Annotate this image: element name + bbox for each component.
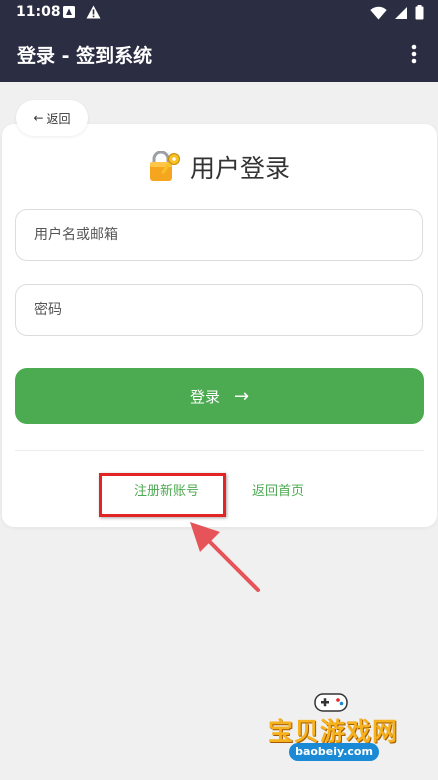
back-arrow-icon: ← <box>33 111 44 125</box>
username-input[interactable] <box>15 209 423 261</box>
home-link[interactable]: 返回首页 <box>252 480 304 499</box>
more-vert-icon[interactable] <box>400 40 428 68</box>
status-left-icons <box>62 5 101 19</box>
status-bar: 11:08 <box>0 0 438 26</box>
wifi-icon <box>370 6 387 19</box>
watermark-logo: 宝贝游戏网 baobeiy.com <box>258 690 408 770</box>
gamepad-icon <box>314 693 348 712</box>
annotation-arrow-icon <box>190 522 260 592</box>
signal-icon <box>395 6 407 19</box>
app-bar: 登录 - 签到系统 <box>0 26 438 82</box>
back-button[interactable]: ← 返回 <box>16 100 88 136</box>
status-time: 11:08 <box>16 4 61 20</box>
login-title: 用户登录 <box>189 154 290 183</box>
password-input[interactable] <box>15 284 423 336</box>
login-button[interactable]: 登录 → <box>15 368 424 424</box>
lock-key-icon <box>149 151 180 181</box>
status-right-icons <box>370 5 424 20</box>
watermark-url: baobeiy.com <box>289 743 379 761</box>
login-heading: 用户登录 <box>0 150 438 184</box>
divider <box>15 450 424 451</box>
arrow-right-icon: → <box>233 385 250 407</box>
app-notification-icon <box>63 6 75 18</box>
battery-icon <box>415 5 424 20</box>
login-button-label: 登录 <box>189 387 220 406</box>
warning-icon <box>86 5 101 19</box>
back-button-label: 返回 <box>46 111 71 126</box>
page-title: 登录 - 签到系统 <box>17 45 153 67</box>
